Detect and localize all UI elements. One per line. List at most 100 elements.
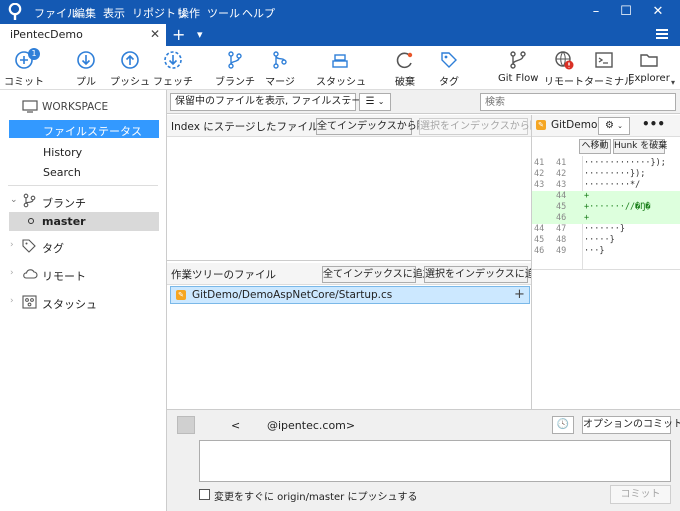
divider bbox=[8, 185, 158, 186]
list-icon: ☰ bbox=[365, 96, 375, 107]
diff-line-code: + bbox=[584, 213, 590, 223]
stash-button[interactable]: スタッシュ bbox=[316, 46, 366, 90]
hamburger-menu-icon[interactable] bbox=[656, 29, 668, 39]
diff-line[interactable]: 46 + bbox=[532, 213, 680, 224]
diff-line[interactable]: 41 41 ·············}); bbox=[532, 158, 680, 169]
search-input[interactable] bbox=[480, 93, 676, 111]
tab-dropdown-icon[interactable]: ▾ bbox=[197, 28, 203, 41]
push-button[interactable]: プッシュ bbox=[110, 46, 150, 90]
diff-line-code: ·········}); bbox=[584, 169, 646, 179]
tab-close-icon[interactable]: ✕ bbox=[150, 27, 160, 41]
tag-button[interactable]: タグ bbox=[436, 46, 462, 90]
file-filter-select[interactable]: 保留中のファイルを表示, ファイルステータス順 ⌄ bbox=[170, 93, 391, 111]
discard-label: 破棄 bbox=[395, 77, 415, 88]
diff-settings-button[interactable]: ⚙ ⌄ bbox=[598, 117, 630, 135]
discard-hunk-button[interactable]: Hunk を破棄 bbox=[613, 139, 667, 154]
diff-line[interactable]: 43 43 ·········*/ bbox=[532, 180, 680, 191]
stage-file-icon[interactable]: + bbox=[514, 287, 525, 302]
add-all-button[interactable]: 全てインデックスに追加 bbox=[322, 266, 433, 283]
commit-button[interactable]: 1 コミット bbox=[2, 46, 46, 90]
menu-file[interactable]: ファイル bbox=[34, 5, 78, 21]
chevron-right-icon: › bbox=[10, 240, 14, 250]
fetch-icon bbox=[164, 51, 182, 69]
unstage-selected-button[interactable]: 選択をインデックスから除く bbox=[419, 118, 550, 135]
more-options-icon[interactable]: ••• bbox=[642, 117, 665, 131]
diff-line[interactable]: 44 47 ·······} bbox=[532, 224, 680, 235]
branch-item-master[interactable]: master bbox=[9, 212, 159, 231]
tab-repository[interactable]: iPentecDemo ✕ bbox=[0, 24, 166, 46]
remote-button[interactable]: リモート bbox=[544, 46, 584, 90]
fetch-button[interactable]: フェッチ bbox=[152, 46, 194, 90]
cloud-icon bbox=[23, 269, 38, 279]
commit-history-button[interactable]: 🕓 bbox=[552, 416, 574, 434]
unstage-all-button[interactable]: 全てインデックスから除く bbox=[316, 118, 437, 135]
diff-line-code: +·······//�Ŋ� bbox=[584, 202, 651, 212]
diff-line[interactable]: 42 42 ·········}); bbox=[532, 169, 680, 180]
menu-view[interactable]: 表示 bbox=[103, 5, 125, 21]
gitflow-label: Git Flow bbox=[498, 73, 539, 84]
sidebar-section-stashes[interactable]: › スタッシュ bbox=[0, 292, 167, 312]
pull-icon bbox=[77, 51, 95, 69]
tag-label: タグ bbox=[439, 77, 459, 88]
push-immediately-checkbox[interactable] bbox=[199, 489, 210, 500]
branch-icon bbox=[23, 193, 36, 208]
staged-title: Index にステージしたファイル bbox=[171, 121, 319, 133]
sidebar-section-branches[interactable]: ⌄ ブランチ bbox=[0, 191, 167, 211]
view-mode-select[interactable]: ☰ ⌄ bbox=[359, 93, 391, 111]
menu-tools[interactable]: ツール bbox=[207, 5, 240, 21]
diff-line[interactable]: 46 49 ···} bbox=[532, 246, 680, 257]
push-label: プッシュ bbox=[110, 77, 150, 88]
branch-icon bbox=[228, 51, 242, 69]
discard-button[interactable]: 破棄 bbox=[390, 46, 420, 90]
diff-line-number: 41 bbox=[556, 158, 567, 168]
merge-button[interactable]: マージ bbox=[262, 46, 298, 90]
list-item[interactable]: ✎ GitDemo/DemoAspNetCore/Startup.cs + bbox=[170, 286, 530, 304]
terminal-button[interactable]: ターミナル bbox=[584, 46, 634, 90]
diff-line[interactable]: 44 + bbox=[532, 191, 680, 202]
commit-label: コミット bbox=[4, 77, 44, 88]
modified-file-icon: ✎ bbox=[536, 120, 546, 130]
folder-icon bbox=[640, 54, 658, 67]
sidebar-section-remotes[interactable]: › リモート bbox=[0, 264, 167, 284]
sidebar-section-label: スタッシュ bbox=[42, 298, 97, 311]
modified-file-icon: ✎ bbox=[176, 290, 186, 300]
minimize-icon[interactable]: – bbox=[584, 2, 608, 22]
commit-message-input[interactable] bbox=[199, 440, 671, 482]
diff-header: ✎ GitDemo... ⚙ ⌄ ••• bbox=[532, 115, 680, 137]
author-email: @ipentec.com> bbox=[267, 419, 356, 432]
move-button[interactable]: ヘ移動 bbox=[579, 139, 611, 154]
diff-line[interactable]: 45 48 ·····} bbox=[532, 235, 680, 246]
sidebar-item-label: Search bbox=[43, 166, 81, 179]
tag-icon bbox=[22, 239, 36, 253]
maximize-icon[interactable]: ☐ bbox=[614, 2, 638, 22]
branch-button[interactable]: ブランチ bbox=[214, 46, 256, 90]
commit-options-label: オプションのコミット bbox=[583, 419, 680, 430]
diff-line-number: 45 bbox=[556, 202, 567, 212]
sidebar-item-history[interactable]: History bbox=[0, 142, 167, 162]
sidebar-item-file-status[interactable]: ファイルステータス bbox=[9, 120, 159, 138]
diff-line-number: 45 bbox=[534, 235, 545, 245]
menu-edit[interactable]: 編集 bbox=[74, 5, 96, 21]
diff-line-code: ···} bbox=[584, 246, 605, 256]
menu-actions[interactable]: 操作 bbox=[178, 5, 200, 21]
diff-line-number: 42 bbox=[534, 169, 545, 179]
commit-options-select[interactable]: オプションのコミット ⌄ bbox=[582, 416, 680, 434]
avatar bbox=[177, 416, 195, 434]
merge-label: マージ bbox=[265, 77, 295, 88]
diff-view[interactable]: 41 41 ·············}); 42 42 ·········}); 43 43… bbox=[532, 156, 680, 269]
toolbar-overflow-icon[interactable]: ▾ bbox=[671, 78, 675, 87]
monitor-icon bbox=[22, 100, 38, 113]
pull-button[interactable]: プル bbox=[70, 46, 102, 90]
explorer-button[interactable]: Explorer bbox=[628, 46, 670, 90]
gitflow-button[interactable]: Git Flow bbox=[498, 46, 538, 90]
add-selected-button[interactable]: 選択をインデックスに追加 bbox=[424, 266, 545, 283]
sidebar-item-search[interactable]: Search bbox=[0, 162, 167, 182]
sidebar-section-tags[interactable]: › タグ bbox=[0, 236, 167, 256]
menu-help[interactable]: ヘルプ bbox=[242, 5, 275, 21]
commit-submit-button[interactable]: コミット bbox=[610, 485, 671, 504]
diff-line[interactable]: 45 +·······//�Ŋ� bbox=[532, 202, 680, 213]
close-window-icon[interactable]: ✕ bbox=[646, 2, 670, 22]
stash-icon bbox=[22, 295, 37, 309]
new-tab-icon[interactable]: + bbox=[172, 25, 185, 44]
staged-file-list[interactable] bbox=[167, 137, 531, 261]
